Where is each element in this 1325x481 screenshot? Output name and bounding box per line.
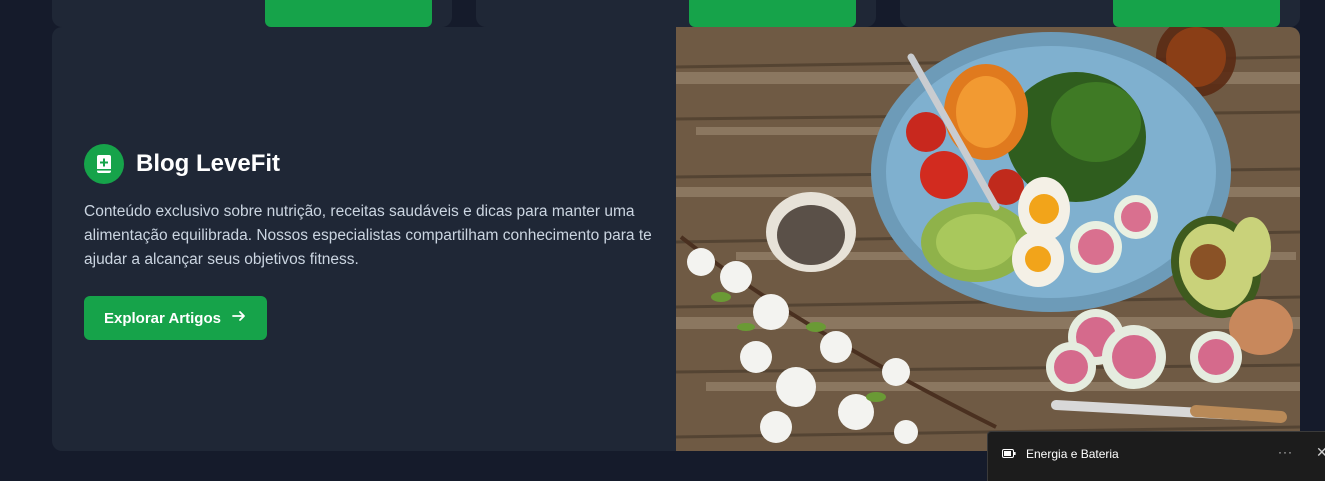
card-button[interactable] — [689, 0, 856, 27]
book-plus-icon — [84, 144, 124, 184]
more-options-button[interactable]: ··· — [1278, 445, 1293, 459]
blog-card: Blog LeveFit Conteúdo exclusivo sobre nu… — [52, 27, 1300, 451]
feature-card — [900, 0, 1300, 27]
battery-icon — [1002, 447, 1016, 461]
blog-title-row: Blog LeveFit — [84, 144, 654, 184]
close-icon[interactable]: ✕ — [1316, 444, 1325, 461]
healthy-food-photo — [676, 27, 1300, 451]
blog-title: Blog LeveFit — [136, 150, 281, 177]
feature-card — [52, 0, 452, 27]
card-button[interactable] — [265, 0, 432, 27]
explore-articles-label: Explorar Artigos — [104, 309, 221, 327]
arrow-right-icon — [231, 308, 247, 328]
card-button[interactable] — [1113, 0, 1280, 27]
explore-articles-button[interactable]: Explorar Artigos — [84, 296, 267, 340]
system-notification[interactable]: Energia e Bateria ··· ✕ — [987, 431, 1325, 481]
notification-title: Energia e Bateria — [1026, 447, 1119, 461]
blog-content: Blog LeveFit Conteúdo exclusivo sobre nu… — [84, 144, 654, 340]
feature-card — [476, 0, 876, 27]
blog-description: Conteúdo exclusivo sobre nutrição, recei… — [84, 203, 652, 268]
